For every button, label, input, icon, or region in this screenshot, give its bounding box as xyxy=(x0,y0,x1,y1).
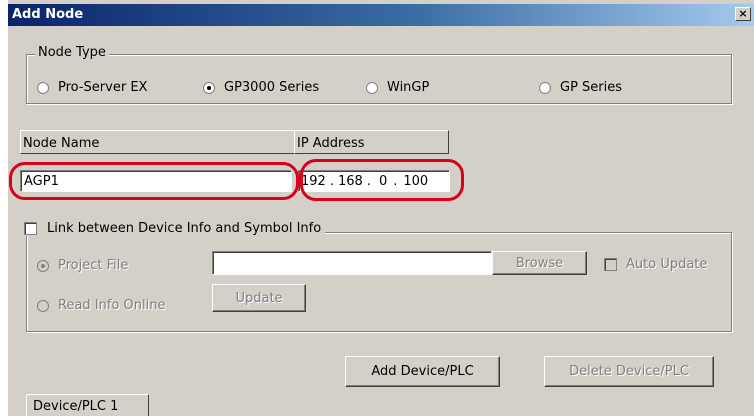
add-node-dialog: Add Node × Node Type Pro-Server EX GP300… xyxy=(7,0,754,416)
link-checkbox-row[interactable]: Link between Device Info and Symbol Info xyxy=(21,221,326,236)
radio-project-file[interactable]: Project File xyxy=(37,258,128,273)
delete-device-plc-button[interactable]: Delete Device/PLC xyxy=(544,356,714,387)
radio-button-icon xyxy=(37,81,49,94)
node-type-legend: Node Type xyxy=(35,45,109,60)
radio-button-icon xyxy=(37,299,49,312)
radio-label: Pro-Server EX xyxy=(58,80,148,95)
radio-button-selected-icon xyxy=(37,259,49,272)
radio-button-icon xyxy=(366,81,378,94)
radio-label: GP Series xyxy=(560,80,623,95)
node-name-highlight xyxy=(9,162,299,200)
title-bar: Add Node × xyxy=(8,4,754,26)
project-file-input[interactable] xyxy=(212,251,492,275)
radio-gp3000-series[interactable]: GP3000 Series xyxy=(203,80,319,95)
radio-button-icon xyxy=(539,81,551,94)
radio-button-selected-icon xyxy=(203,81,215,94)
node-type-group xyxy=(26,54,732,104)
radio-label: Project File xyxy=(58,258,129,273)
node-name-header: Node Name xyxy=(20,130,304,154)
ip-address-header: IP Address xyxy=(294,130,449,154)
auto-update-label: Auto Update xyxy=(626,257,708,272)
link-info-group xyxy=(26,232,732,332)
close-icon[interactable]: × xyxy=(735,7,751,21)
radio-read-info-online[interactable]: Read Info Online xyxy=(37,298,165,313)
checkbox-icon xyxy=(24,222,37,235)
auto-update-checkbox[interactable] xyxy=(604,258,617,271)
ip-address-highlight xyxy=(300,159,464,201)
link-checkbox-label: Link between Device Info and Symbol Info xyxy=(47,221,322,236)
radio-label: Read Info Online xyxy=(58,298,166,313)
tab-device-plc-1[interactable]: Device/PLC 1 xyxy=(26,394,149,416)
radio-label: WinGP xyxy=(387,80,430,95)
add-device-plc-button[interactable]: Add Device/PLC xyxy=(345,356,500,387)
update-button[interactable]: Update xyxy=(212,284,306,312)
radio-label: GP3000 Series xyxy=(224,80,320,95)
radio-wingp[interactable]: WinGP xyxy=(366,80,429,95)
dialog-title: Add Node xyxy=(12,7,84,22)
radio-pro-server-ex[interactable]: Pro-Server EX xyxy=(37,80,147,95)
radio-gp-series[interactable]: GP Series xyxy=(539,80,622,95)
browse-button[interactable]: Browse xyxy=(492,251,587,275)
